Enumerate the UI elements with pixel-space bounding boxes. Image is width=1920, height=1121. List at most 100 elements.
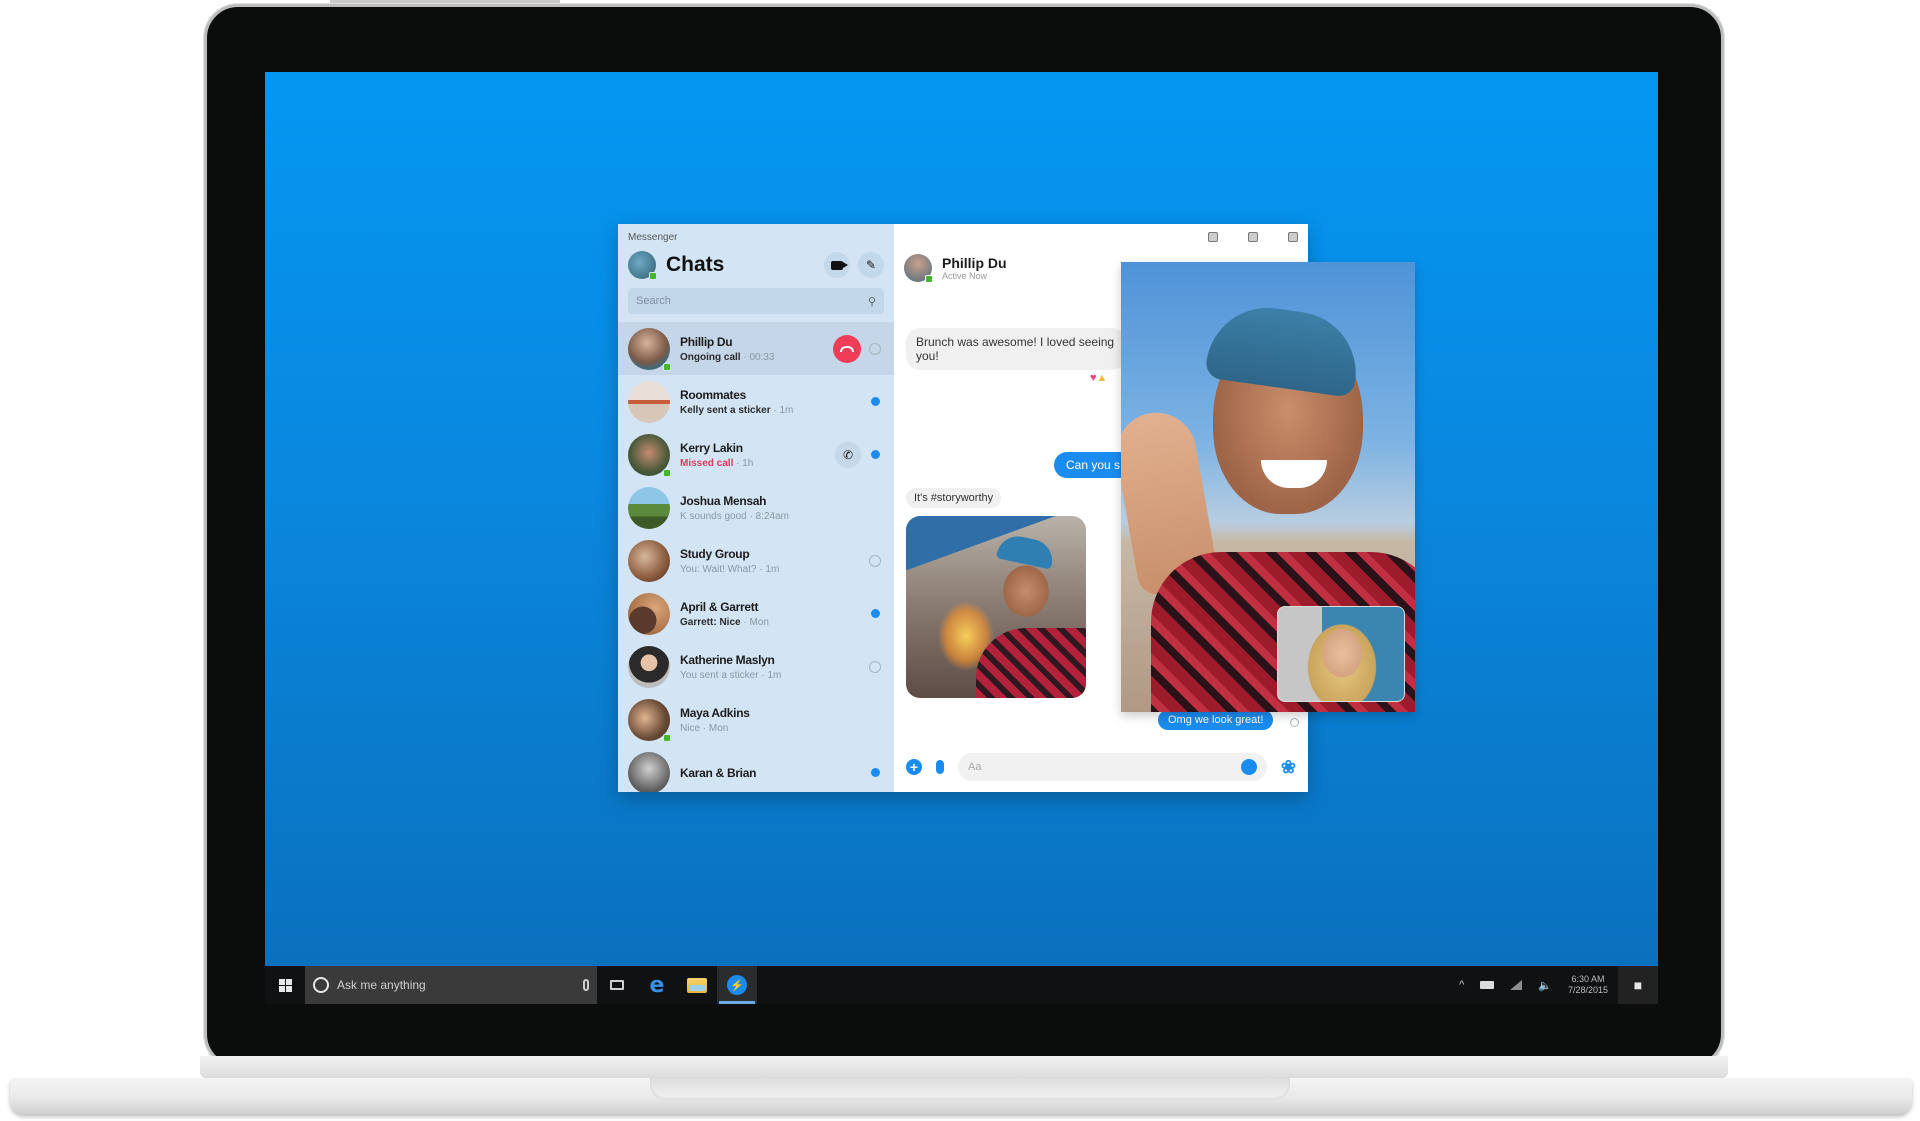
chat-snippet-text: Garrett: Nice <box>680 616 741 628</box>
chat-name: Study Group <box>680 546 750 561</box>
taskbar-search[interactable]: Ask me anything <box>305 966 597 1004</box>
start-button[interactable] <box>265 966 305 1004</box>
video-call-window[interactable] <box>1121 262 1415 712</box>
chat-sidebar: Messenger Chats ✎ Search ⚲ Phillip Du On… <box>618 224 894 792</box>
emoji-icon[interactable] <box>1240 759 1257 775</box>
minimize-button[interactable] <box>1208 232 1218 242</box>
notification-icon: ■ <box>1633 977 1643 993</box>
avatar <box>628 486 670 529</box>
chats-title: Chats <box>666 253 725 276</box>
taskbar-search-placeholder: Ask me anything <box>337 978 426 992</box>
avatar <box>628 698 671 742</box>
online-indicator <box>925 275 933 283</box>
phone-icon: ✆ <box>842 447 854 462</box>
avatar <box>628 751 670 792</box>
clock-date: 7/28/2015 <box>1567 985 1608 995</box>
new-video-call-button[interactable] <box>824 252 850 278</box>
avatar <box>628 645 670 688</box>
chat-name: Maya Adkins <box>680 705 750 720</box>
avatar <box>628 433 671 477</box>
hang-up-icon <box>840 345 854 352</box>
thumbs-up-reaction-icon: ▲ <box>1096 372 1108 384</box>
unread-indicator <box>871 768 880 777</box>
messenger-taskbar-button[interactable]: ⚡ <box>717 966 757 1004</box>
app-title: Messenger <box>628 232 678 243</box>
chat-time: 1h <box>742 457 754 469</box>
close-button[interactable] <box>1288 232 1298 242</box>
self-view-video[interactable] <box>1277 606 1405 702</box>
chats-header: Chats ✎ <box>618 246 894 284</box>
chat-list-item[interactable]: Kerry Lakin Missed call · 1h ✆ <box>618 428 894 481</box>
chat-name: April & Garrett <box>680 599 759 614</box>
maximize-button[interactable] <box>1248 232 1258 242</box>
call-back-button[interactable]: ✆ <box>835 441 861 468</box>
chat-list-item[interactable]: Study Group You: Wait! What? · 1m <box>618 534 894 587</box>
contact-name[interactable]: Phillip Du <box>942 255 1007 271</box>
file-explorer-button[interactable] <box>677 966 717 1004</box>
messenger-icon: ⚡ <box>727 975 747 995</box>
windows-start-icon <box>278 978 292 992</box>
chat-list-item[interactable]: April & Garrett Garrett: Nice · Mon <box>618 587 894 640</box>
unread-indicator <box>871 450 880 459</box>
sticker-icon[interactable]: ❀ <box>1281 757 1296 778</box>
chat-list-item[interactable]: Phillip Du Ongoing call · 00:33 <box>618 322 894 375</box>
chat-list-item[interactable]: Roommates Kelly sent a sticker · 1m <box>618 375 894 428</box>
online-indicator <box>663 468 671 477</box>
chat-list-item[interactable]: Joshua Mensah K sounds good · 8:24am <box>618 481 894 534</box>
message-outgoing: Omg we look great! <box>1158 710 1274 730</box>
chat-snippet: Missed call · 1h <box>680 457 754 469</box>
laptop-hinge <box>200 1056 1728 1078</box>
message-composer: + Aa ❀ <box>894 742 1308 792</box>
battery-icon[interactable] <box>1480 981 1495 989</box>
contact-status: Active Now <box>942 271 988 281</box>
file-explorer-icon <box>687 977 707 993</box>
chat-snippet: K sounds good · 8:24am <box>680 510 789 522</box>
edge-button[interactable]: e <box>637 966 677 1004</box>
chat-name: Roommates <box>680 387 746 402</box>
mic-icon[interactable] <box>936 760 944 774</box>
message-incoming: Brunch was awesome! I loved seeing you! <box>906 328 1126 370</box>
action-center-button[interactable]: ■ <box>1618 966 1658 1004</box>
chat-snippet-text: You: Wait! What? <box>680 563 757 575</box>
show-hidden-icons-button[interactable]: ^ <box>1459 979 1464 991</box>
online-indicator <box>663 362 671 371</box>
compose-icon: ✎ <box>865 258 877 272</box>
end-call-button[interactable] <box>833 334 861 363</box>
message-reactions: ♥▲ <box>1090 372 1107 384</box>
my-avatar[interactable] <box>628 251 657 280</box>
message-input[interactable]: Aa <box>958 753 1267 781</box>
chat-time: Mon <box>708 722 729 734</box>
plus-icon[interactable]: + <box>906 759 922 775</box>
task-view-button[interactable] <box>597 966 637 1004</box>
chat-snippet: Ongoing call · 00:33 <box>680 351 775 363</box>
task-view-icon <box>610 980 624 990</box>
compose-button[interactable]: ✎ <box>858 252 884 278</box>
volume-icon[interactable]: 🔈 <box>1538 979 1552 992</box>
avatar <box>628 539 670 582</box>
chat-time: 8:24am <box>755 510 789 522</box>
search-input[interactable]: Search ⚲ <box>628 288 884 314</box>
chat-time: 1m <box>767 669 782 681</box>
chat-snippet-text: Nice <box>680 722 701 734</box>
chat-name: Katherine Maslyn <box>680 652 775 667</box>
edge-icon: e <box>649 972 665 998</box>
chat-list-item[interactable]: Maya Adkins Nice · Mon <box>618 693 894 746</box>
read-receipt-icon <box>869 660 881 673</box>
contact-avatar[interactable] <box>904 254 933 283</box>
message-incoming: It's #storyworthy <box>906 488 1002 508</box>
network-icon[interactable] <box>1510 980 1523 990</box>
unread-indicator <box>871 397 880 406</box>
photo-message[interactable] <box>906 516 1086 698</box>
chat-list-item[interactable]: Katherine Maslyn You sent a sticker · 1m <box>618 640 894 693</box>
chat-name: Karan & Brian <box>680 765 757 780</box>
chat-list-item[interactable]: Karan & Brian <box>618 746 894 792</box>
chat-snippet-text: K sounds good <box>680 510 747 522</box>
chat-snippet-text: Ongoing call <box>680 351 741 363</box>
chat-snippet: You: Wait! What? · 1m <box>680 563 780 575</box>
unread-indicator <box>871 609 880 618</box>
clock[interactable]: 6:30 AM 7/28/2015 <box>1568 974 1608 996</box>
message-input-placeholder: Aa <box>968 761 982 773</box>
clock-time: 6:30 AM <box>1571 974 1605 984</box>
chat-snippet-text: Missed call <box>680 457 734 469</box>
microphone-icon[interactable] <box>583 979 589 991</box>
